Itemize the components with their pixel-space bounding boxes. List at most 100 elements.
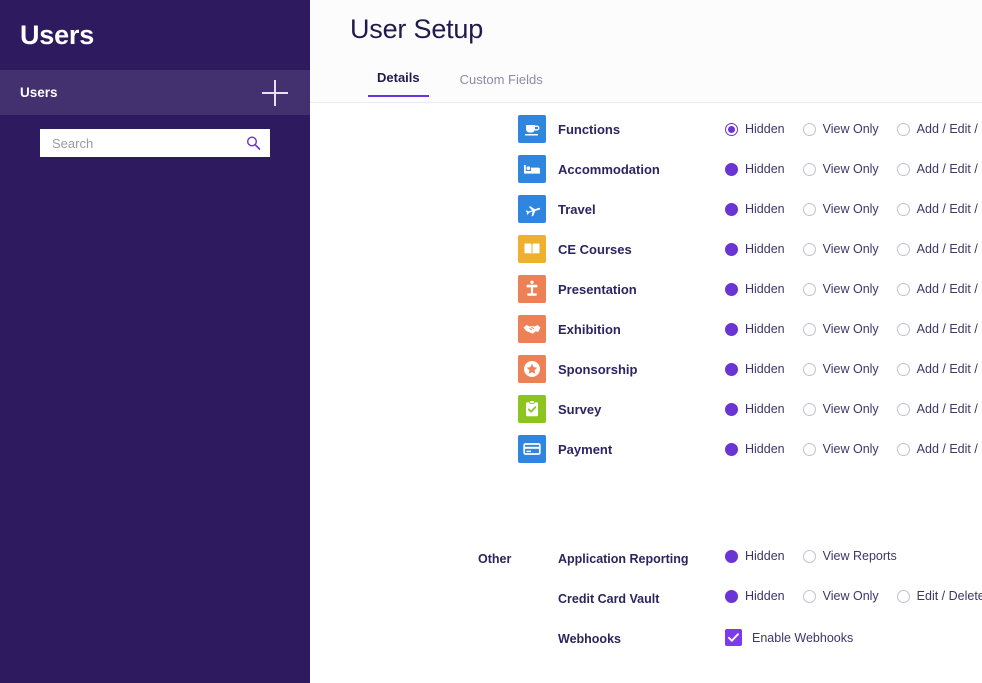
radio-hidden[interactable] (725, 442, 738, 456)
radio-input[interactable] (725, 589, 738, 603)
other-row-label: Webhooks (558, 632, 621, 646)
other-row-controls: Hidden View Only Edit / Delete (725, 589, 982, 603)
radio-option-add-edit-delete[interactable]: Add / Edit / De (896, 282, 982, 296)
radio-option-view-only[interactable]: View Only (802, 362, 879, 376)
tab-details[interactable]: Details (368, 70, 429, 97)
radio-view-only[interactable] (802, 402, 816, 416)
radio-label: Hidden (745, 442, 785, 456)
permission-row: Accommodation Hidden View Only Add / Edit /… (310, 149, 982, 189)
radio-view-only[interactable] (802, 242, 816, 256)
radio-hidden[interactable] (725, 242, 738, 256)
radio-option-add-edit-delete[interactable]: Add / Edit / De (896, 402, 982, 416)
radio-view-only[interactable] (802, 442, 816, 456)
radio-hidden[interactable] (725, 282, 738, 296)
radio-input[interactable] (725, 549, 738, 563)
radio-option-hidden[interactable]: Hidden (725, 202, 785, 216)
radio-add-edit-delete[interactable] (896, 402, 910, 416)
radio-option[interactable]: Hidden (725, 549, 785, 563)
search-input[interactable] (40, 129, 270, 157)
radio-label: View Only (822, 442, 879, 456)
radio-option-hidden[interactable]: Hidden (725, 282, 785, 296)
other-row: Application Reporting Hidden View Reports (310, 540, 982, 580)
radio-option-view-only[interactable]: View Only (802, 162, 879, 176)
radio-add-edit-delete[interactable] (896, 162, 910, 176)
radio-option-view-only[interactable]: View Only (802, 122, 879, 136)
radio-option-view-only[interactable]: View Only (802, 242, 879, 256)
radio-option-hidden[interactable]: Hidden (725, 122, 785, 136)
radio-option[interactable]: View Only (802, 589, 879, 603)
radio-option-add-edit-delete[interactable]: Add / Edit / De (896, 442, 982, 456)
radio-label: View Only (822, 202, 879, 216)
radio-label: Hidden (745, 589, 785, 603)
radio-view-only[interactable] (802, 162, 816, 176)
radio-label: Add / Edit / De (916, 402, 982, 416)
radio-option-view-only[interactable]: View Only (802, 282, 879, 296)
radio-view-only[interactable] (802, 282, 816, 296)
radio-add-edit-delete[interactable] (896, 442, 910, 456)
tab-custom-fields[interactable]: Custom Fields (451, 72, 552, 97)
sidebar-header: Users (0, 0, 310, 70)
radio-hidden[interactable] (725, 122, 738, 136)
airplane-icon (518, 195, 546, 223)
radio-add-edit-delete[interactable] (896, 242, 910, 256)
radio-label: View Only (822, 322, 879, 336)
radio-hidden[interactable] (725, 322, 738, 336)
plus-icon[interactable] (262, 79, 288, 106)
sidebar-title: Users (20, 19, 95, 50)
permission-options: Hidden View Only Add / Edit / De (725, 322, 982, 336)
radio-hidden[interactable] (725, 202, 738, 216)
radio-option-hidden[interactable]: Hidden (725, 402, 785, 416)
search-icon[interactable] (246, 136, 261, 151)
radio-option-view-only[interactable]: View Only (802, 322, 879, 336)
radio-option-hidden[interactable]: Hidden (725, 322, 785, 336)
permission-row: Functions Hidden View Only Add / Edit / De (310, 109, 982, 149)
radio-label: View Only (822, 362, 879, 376)
radio-view-only[interactable] (802, 202, 816, 216)
permission-label: Payment (558, 441, 613, 457)
radio-hidden[interactable] (725, 162, 738, 176)
radio-option-view-only[interactable]: View Only (802, 202, 879, 216)
radio-option-add-edit-delete[interactable]: Add / Edit / De (896, 202, 982, 216)
radio-add-edit-delete[interactable] (896, 362, 910, 376)
radio-input[interactable] (896, 589, 910, 603)
radio-option-add-edit-delete[interactable]: Add / Edit / De (896, 162, 982, 176)
radio-label: Add / Edit / De (916, 282, 982, 296)
radio-add-edit-delete[interactable] (896, 322, 910, 336)
radio-hidden[interactable] (725, 402, 738, 416)
radio-input[interactable] (802, 589, 816, 603)
radio-option-hidden[interactable]: Hidden (725, 362, 785, 376)
enable-webhooks-checkbox[interactable] (725, 629, 742, 646)
enable-webhooks-label: Enable Webhooks (752, 630, 854, 645)
permission-options: Hidden View Only Add / Edit / De (725, 282, 982, 296)
radio-option-hidden[interactable]: Hidden (725, 442, 785, 456)
other-row: Webhooks Enable Webhooks (310, 620, 982, 660)
radio-option-view-only[interactable]: View Only (802, 402, 879, 416)
lectern-icon (518, 275, 546, 303)
permission-options: Hidden View Only Add / Edit / De (725, 122, 982, 136)
radio-view-only[interactable] (802, 362, 816, 376)
sidebar-nav-users[interactable]: Users (0, 70, 310, 115)
radio-label: Add / Edit / De (916, 122, 982, 136)
radio-option-add-edit-delete[interactable]: Add / Edit / De (896, 122, 982, 136)
search-box (40, 129, 270, 157)
radio-option-add-edit-delete[interactable]: Add / Edit / De (896, 242, 982, 256)
radio-hidden[interactable] (725, 362, 738, 376)
radio-option-view-only[interactable]: View Only (802, 442, 879, 456)
radio-add-edit-delete[interactable] (896, 282, 910, 296)
radio-view-only[interactable] (802, 322, 816, 336)
radio-option-hidden[interactable]: Hidden (725, 242, 785, 256)
radio-option-add-edit-delete[interactable]: Add / Edit / De (896, 362, 982, 376)
radio-option[interactable]: View Reports (802, 549, 897, 563)
radio-option-hidden[interactable]: Hidden (725, 162, 785, 176)
radio-add-edit-delete[interactable] (896, 202, 910, 216)
radio-input[interactable] (802, 549, 816, 563)
radio-add-edit-delete[interactable] (896, 122, 910, 136)
star-circle-icon (518, 355, 546, 383)
radio-option-add-edit-delete[interactable]: Add / Edit / De (896, 322, 982, 336)
radio-view-only[interactable] (802, 122, 816, 136)
handshake-icon (518, 315, 546, 343)
radio-option[interactable]: Hidden (725, 589, 785, 603)
radio-option[interactable]: Edit / Delete (896, 589, 982, 603)
radio-label: Hidden (745, 122, 785, 136)
sidebar: Users Users (0, 0, 310, 683)
